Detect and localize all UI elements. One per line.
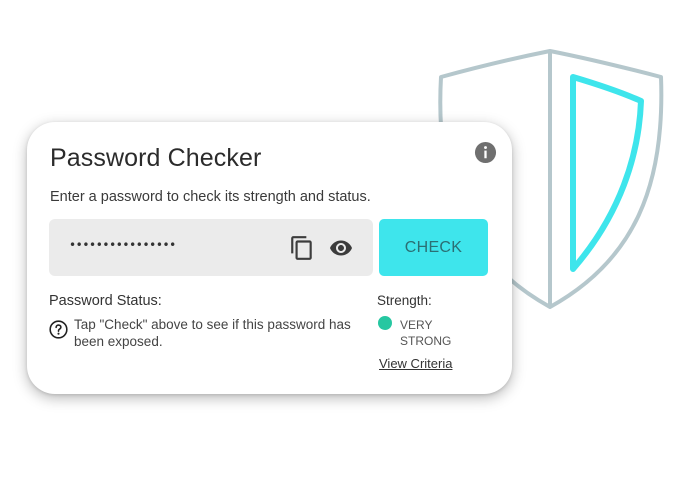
password-input[interactable]: •••••••••••••••• — [49, 219, 373, 276]
view-criteria-link[interactable]: View Criteria — [379, 356, 452, 371]
check-button[interactable]: CHECK — [379, 219, 488, 276]
card-subtitle: Enter a password to check its strength a… — [50, 189, 371, 205]
card-title: Password Checker — [50, 144, 262, 172]
info-icon[interactable] — [474, 141, 497, 164]
password-status-label: Password Status: — [49, 293, 162, 309]
eye-icon[interactable] — [327, 236, 355, 260]
password-value[interactable]: •••••••••••••••• — [69, 238, 176, 252]
question-circle-icon — [49, 320, 68, 339]
strength-value: VERY STRONG — [400, 318, 452, 348]
copy-icon[interactable] — [289, 235, 315, 261]
strength-label: Strength: — [377, 293, 432, 308]
page: Password Checker Enter a password to che… — [0, 0, 680, 485]
password-status-text: Tap "Check" above to see if this passwor… — [74, 317, 351, 349]
strength-indicator-dot — [378, 316, 392, 330]
password-checker-card: Password Checker Enter a password to che… — [27, 122, 512, 394]
